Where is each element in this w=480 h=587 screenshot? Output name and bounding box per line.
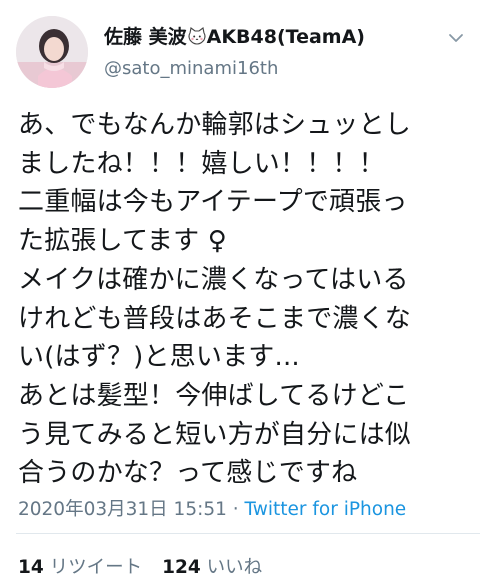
timestamp[interactable]: 2020年03月31日 15:51 (18, 499, 227, 520)
divider (16, 533, 480, 534)
tweet-stats: 14 リツイート 124 いいね (18, 553, 262, 579)
retweet-count: 14 (18, 557, 44, 578)
like-stat[interactable]: 124 いいね (162, 557, 262, 578)
tweet-card: 佐藤 美波 AKB48(TeamA) @sato_minami16th あ、でもな… (0, 0, 480, 587)
tweet-text-line: あ、でもなんか輪郭はシュッとし (18, 110, 412, 140)
tweet-text-line: けれども普段はあそこまで濃くな (18, 303, 412, 334)
avatar[interactable] (16, 16, 88, 88)
tweet-text-line: 二重幅は今もアイテープで頑張っ (18, 187, 408, 218)
tweet-text-line: 合うのかな？って感じですね (18, 458, 358, 489)
chevron-down-icon[interactable] (446, 28, 466, 48)
display-name-team: AKB48(TeamA) (206, 26, 365, 48)
display-name[interactable]: 佐藤 美波 AKB48(TeamA) (104, 22, 365, 49)
tweet-meta: 2020年03月31日 15:51 · Twitter for iPhone (18, 495, 406, 521)
tweet-text-line: う見てみると短い方が自分には似 (18, 419, 412, 450)
source-link[interactable]: Twitter for iPhone (245, 499, 407, 520)
tweet-text-line: ましたね！！！嬉しい！！！！ (18, 148, 385, 179)
tweet-text-line: た拡張してます ♀ (18, 226, 228, 257)
like-count: 124 (162, 557, 201, 578)
like-label: いいね (206, 557, 263, 578)
tweet-text-line: あとは髪型！今伸ばしてるけどこ (18, 380, 410, 411)
tweet-text: あ、でもなんか輪郭はシュッとし ましたね！！！嬉しい！！！！ 二重幅は今もアイテ… (18, 106, 470, 493)
tweet-text-line: メイクは確かに濃くなってはいる (18, 264, 409, 295)
tweet-text-line: い(はず？)と思います... (18, 342, 300, 373)
display-name-text: 佐藤 美波 (104, 26, 187, 48)
avatar-photo (16, 16, 88, 88)
retweet-stat[interactable]: 14 リツイート (18, 557, 142, 578)
user-handle[interactable]: @sato_minami16th (104, 58, 278, 79)
retweet-label: リツイート (49, 557, 143, 578)
meta-separator: · (232, 499, 239, 520)
cat-emoji-icon (187, 27, 207, 45)
